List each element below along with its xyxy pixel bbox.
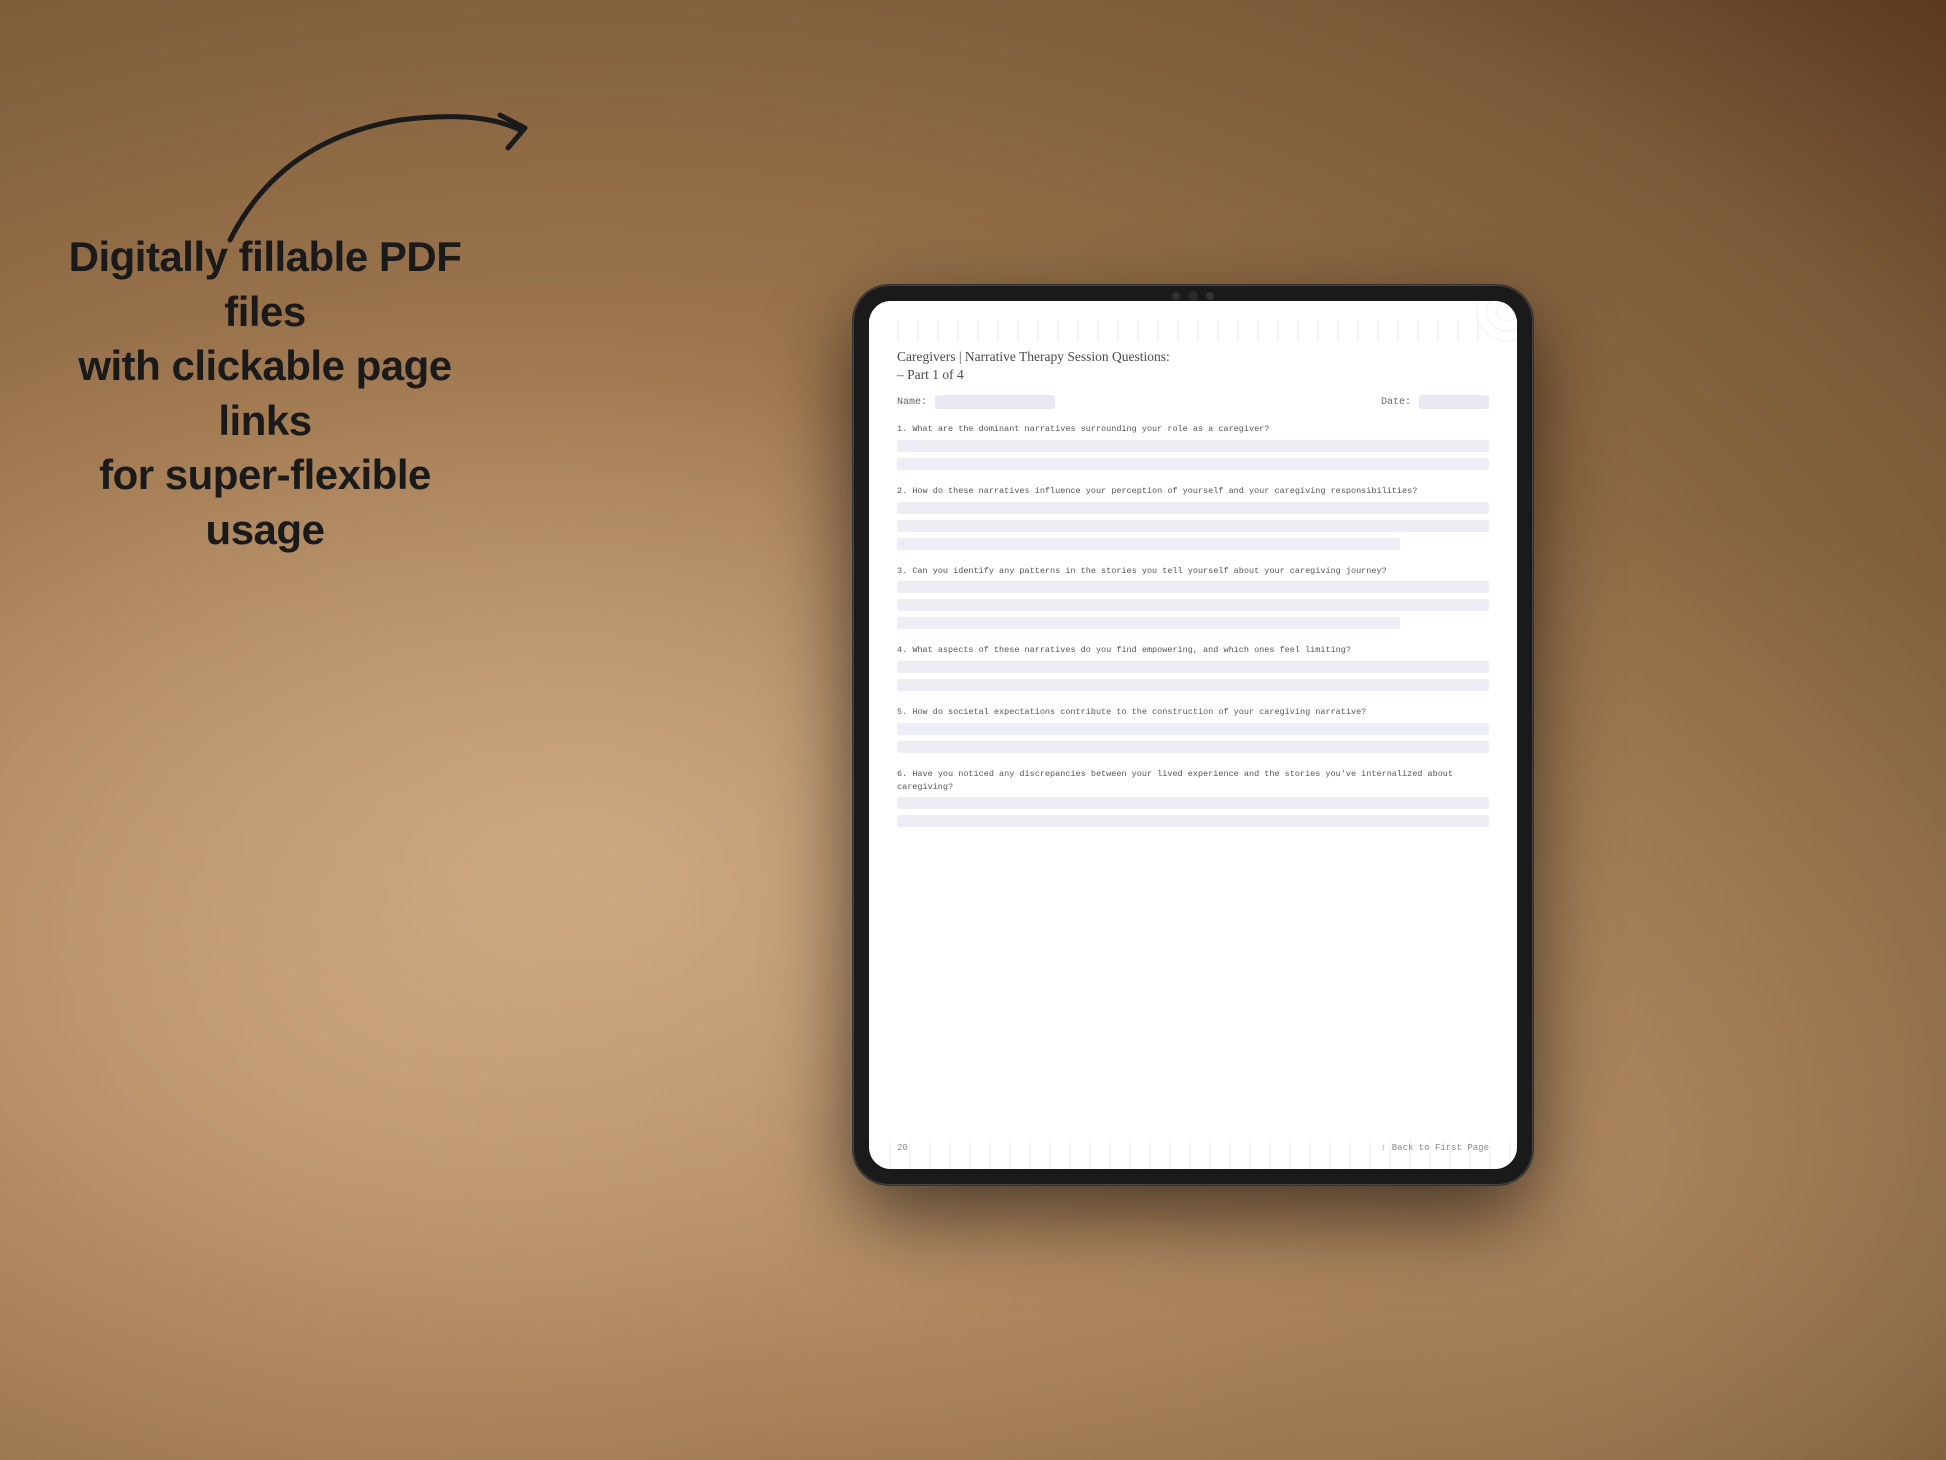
question-5-text: 5. How do societal expectations contribu… [897, 706, 1489, 719]
date-label: Date: [1381, 397, 1411, 408]
tablet-device: Caregivers | Narrative Therapy Session Q… [853, 285, 1533, 1185]
tablet-camera-bar [1172, 291, 1214, 301]
answer-line [897, 440, 1489, 452]
left-panel-text: Digitally fillable PDF files with clicka… [50, 230, 480, 558]
answer-line [897, 679, 1489, 691]
answer-line [897, 538, 1400, 550]
question-6-text: 6. Have you noticed any discrepancies be… [897, 768, 1489, 794]
page-number: 20 [897, 1143, 908, 1153]
answer-line [897, 661, 1489, 673]
answer-line [897, 520, 1489, 532]
question-6: 6. Have you noticed any discrepancies be… [897, 768, 1489, 831]
name-label: Name: [897, 397, 927, 408]
pdf-title: Caregivers | Narrative Therapy Session Q… [897, 349, 1489, 365]
back-to-first-page-link[interactable]: ↑ Back to First Page [1381, 1143, 1489, 1153]
pdf-page: Caregivers | Narrative Therapy Session Q… [869, 301, 1517, 1169]
question-2-answer[interactable] [897, 502, 1489, 553]
top-decoration [897, 321, 1489, 341]
question-4-text: 4. What aspects of these narratives do y… [897, 644, 1489, 657]
question-2-text: 2. How do these narratives influence you… [897, 485, 1489, 498]
date-input-field[interactable] [1419, 395, 1489, 409]
answer-line [897, 458, 1489, 470]
answer-line [897, 723, 1489, 735]
pdf-subtitle: – Part 1 of 4 [897, 367, 1489, 383]
answer-line [897, 581, 1489, 593]
question-1-answer[interactable] [897, 440, 1489, 473]
tablet-screen: Caregivers | Narrative Therapy Session Q… [869, 301, 1517, 1169]
answer-line [897, 815, 1489, 827]
pdf-footer: 20 ↑ Back to First Page [897, 1143, 1489, 1153]
question-2: 2. How do these narratives influence you… [897, 485, 1489, 553]
answer-line [897, 617, 1400, 629]
answer-line [897, 599, 1489, 611]
question-3-text: 3. Can you identify any patterns in the … [897, 565, 1489, 578]
question-6-answer[interactable] [897, 797, 1489, 830]
answer-line [897, 797, 1489, 809]
answer-line [897, 741, 1489, 753]
headline-text: Digitally fillable PDF files with clicka… [50, 230, 480, 558]
question-3-answer[interactable] [897, 581, 1489, 632]
corner-decoration-top-right [1437, 301, 1517, 381]
tablet-wrapper: Caregivers | Narrative Therapy Session Q… [460, 30, 1926, 1440]
question-1-text: 1. What are the dominant narratives surr… [897, 423, 1489, 436]
question-4-answer[interactable] [897, 661, 1489, 694]
camera-lens [1188, 291, 1198, 301]
camera-dot-2 [1206, 292, 1214, 300]
name-input-field[interactable] [935, 395, 1055, 409]
question-4: 4. What aspects of these narratives do y… [897, 644, 1489, 694]
name-date-row: Name: Date: [897, 395, 1489, 409]
question-3: 3. Can you identify any patterns in the … [897, 565, 1489, 633]
answer-line [897, 502, 1489, 514]
question-5: 5. How do societal expectations contribu… [897, 706, 1489, 756]
question-1: 1. What are the dominant narratives surr… [897, 423, 1489, 473]
camera-dot-1 [1172, 292, 1180, 300]
question-5-answer[interactable] [897, 723, 1489, 756]
